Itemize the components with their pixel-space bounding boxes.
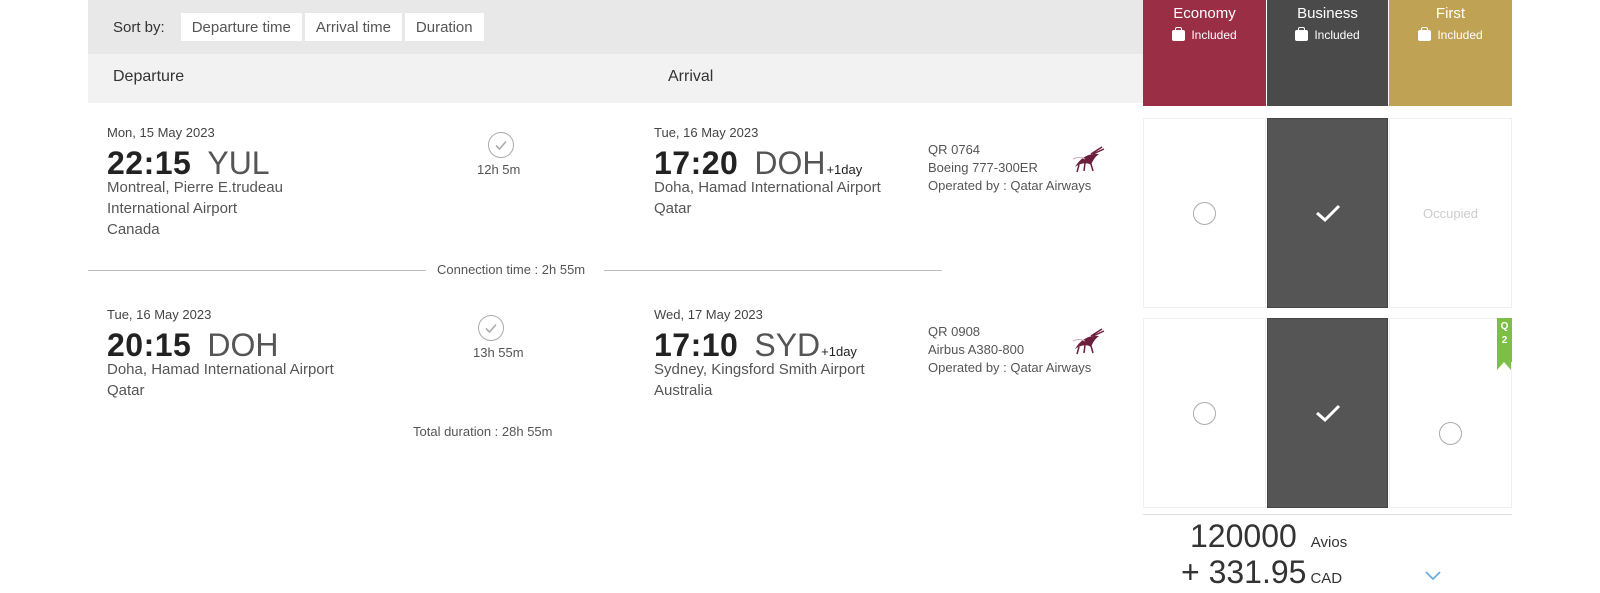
flight-itinerary: Sort by: Departure time Arrival time Dur…	[88, 0, 1143, 593]
included-label: Included	[1191, 28, 1237, 42]
arrival-place: Doha, Hamad International Airport Qatar	[654, 177, 881, 219]
fare-cell-business-segment-2[interactable]	[1267, 318, 1388, 508]
avios-unit: Avios	[1310, 534, 1348, 551]
connection-time: Connection time : 2h 55m	[437, 262, 586, 277]
flight-number: QR 0764	[928, 142, 981, 157]
departure-place-line: Qatar	[107, 382, 145, 399]
included-label: Included	[1437, 28, 1483, 42]
flight-number: QR 0908	[928, 324, 981, 339]
departure-place: Montreal, Pierre E.trudeau International…	[107, 177, 283, 240]
currency-label: CAD	[1310, 570, 1343, 587]
arrival-place: Sydney, Kingsford Smith Airport Australi…	[654, 359, 865, 401]
check-circle-icon	[488, 132, 514, 158]
price-divider	[1143, 514, 1512, 515]
departure-place: Doha, Hamad International Airport Qatar	[107, 359, 334, 401]
fare-cell-first-segment-2[interactable]	[1389, 318, 1512, 508]
departure-column-header: Departure	[113, 68, 185, 85]
occupied-label: Occupied	[1423, 205, 1478, 221]
aircraft-type: Airbus A380-800	[928, 342, 1025, 357]
baggage-included: Included	[1143, 26, 1266, 42]
arrival-date: Tue, 16 May 2023	[654, 125, 759, 140]
sort-bar: Sort by: Departure time Arrival time Dur…	[88, 0, 1143, 54]
qatar-airways-oryx-logo	[1072, 328, 1105, 355]
flight-segment-2: Tue, 16 May 2023 20:15 DOH Doha, Hamad I…	[88, 305, 1143, 445]
fare-name: Economy	[1173, 5, 1236, 22]
suitcase-icon	[1295, 26, 1309, 41]
check-circle-icon	[478, 315, 504, 341]
arrival-column-header: Arrival	[668, 68, 714, 85]
column-headers: Departure Arrival	[88, 54, 1143, 103]
fare-cell-economy-segment-1[interactable]	[1143, 118, 1266, 308]
sort-departure-time-button[interactable]: Departure time	[180, 13, 302, 41]
fare-name: First	[1435, 5, 1466, 22]
fare-header-economy: Economy Included	[1143, 0, 1266, 106]
price-avios: 120000 Avios	[1190, 518, 1347, 555]
side-tag-text: Q	[1500, 321, 1509, 332]
departure-place-line: International Airport	[107, 200, 238, 217]
economy-radio-segment-2[interactable]	[1193, 401, 1216, 425]
avios-amount: 120000	[1190, 518, 1297, 554]
first-radio-segment-2[interactable]	[1439, 421, 1462, 445]
departure-date: Tue, 16 May 2023	[107, 307, 212, 322]
arrival-date: Wed, 17 May 2023	[654, 307, 763, 322]
fare-name: Business	[1297, 5, 1358, 22]
fare-header-first: First Included	[1389, 0, 1512, 106]
chevron-down-icon[interactable]	[1424, 570, 1442, 582]
plus-day-indicator: +1day	[821, 344, 857, 359]
baggage-included: Included	[1389, 26, 1512, 42]
departure-date: Mon, 15 May 2023	[107, 125, 215, 140]
suitcase-icon	[1172, 26, 1186, 41]
checkmark-icon	[1315, 204, 1340, 223]
divider-line	[604, 270, 942, 271]
segment-duration: 13h 55m	[473, 345, 524, 360]
fare-cell-economy-segment-2[interactable]	[1143, 318, 1266, 508]
checkmark-icon	[1315, 404, 1340, 423]
total-duration: Total duration : 28h 55m	[413, 424, 553, 439]
operated-by: Operated by : Qatar Airways	[928, 178, 1092, 193]
connection-divider: Connection time : 2h 55m	[88, 262, 943, 278]
economy-radio-segment-1[interactable]	[1193, 201, 1216, 225]
sort-label: Sort by:	[113, 18, 165, 36]
fare-cell-business-segment-1[interactable]	[1267, 118, 1388, 308]
baggage-included: Included	[1267, 26, 1388, 42]
arrival-place-line: Australia	[654, 382, 713, 399]
qatar-airways-oryx-logo	[1072, 146, 1105, 173]
departure-place-line: Doha, Hamad International Airport	[107, 361, 334, 378]
flight-info: QR 0908 Airbus A380-800 Operated by : Qa…	[928, 323, 1091, 377]
plus-day-indicator: +1day	[826, 162, 863, 177]
fare-cell-first-segment-1: Occupied	[1389, 118, 1512, 308]
cash-amount: + 331.95	[1181, 554, 1307, 590]
arrival-place-line: Qatar	[654, 200, 692, 217]
suitcase-icon	[1418, 26, 1432, 41]
flight-segment-1: Mon, 15 May 2023 22:15 YUL Montreal, Pie…	[88, 120, 1143, 260]
divider-line	[88, 270, 426, 271]
segment-duration: 12h 5m	[477, 162, 521, 177]
arrival-place-line: Sydney, Kingsford Smith Airport	[654, 361, 865, 378]
departure-place-line: Montreal, Pierre E.trudeau	[107, 179, 283, 196]
side-tag: Q 2	[1497, 318, 1512, 370]
departure-place-line: Canada	[107, 221, 160, 238]
included-label: Included	[1314, 28, 1360, 42]
fare-header-business: Business Included	[1267, 0, 1388, 106]
aircraft-type: Boeing 777-300ER	[928, 160, 1038, 175]
flight-info: QR 0764 Boeing 777-300ER Operated by : Q…	[928, 141, 1091, 195]
sort-duration-button[interactable]: Duration	[404, 13, 484, 41]
arrival-place-line: Doha, Hamad International Airport	[654, 179, 881, 196]
operated-by: Operated by : Qatar Airways	[928, 360, 1092, 375]
side-tag-text: 2	[1501, 335, 1508, 346]
price-cash: + 331.95 CAD	[1181, 554, 1342, 591]
sort-arrival-time-button[interactable]: Arrival time	[304, 13, 402, 41]
